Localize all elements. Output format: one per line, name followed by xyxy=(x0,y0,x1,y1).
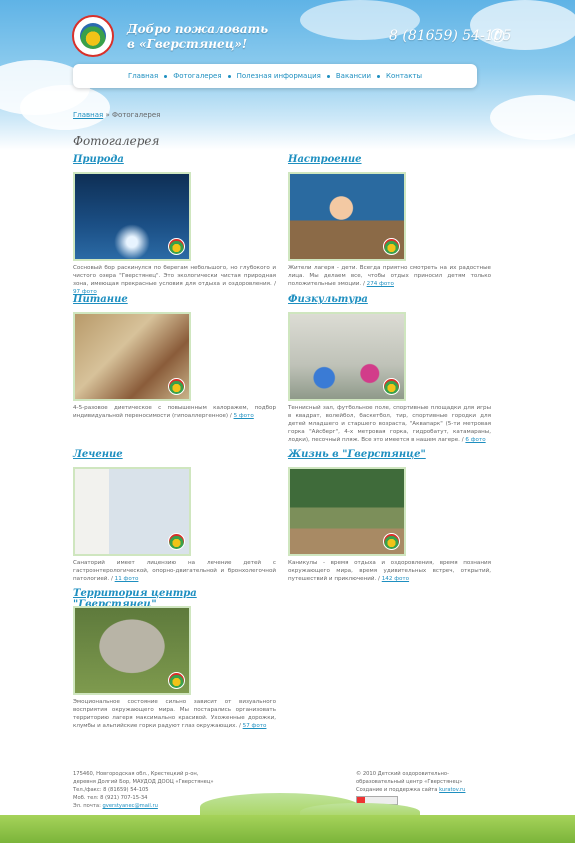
footer-credits: © 2010 Детский оздоровительно-образовате… xyxy=(356,770,496,808)
gallery-description: Санаторий имеет лицензию на лечение дете… xyxy=(73,560,276,582)
logo-badge-icon xyxy=(168,378,185,395)
gallery-thumbnail[interactable] xyxy=(73,467,191,556)
welcome-text: Добро пожаловать в «Гверстянец»! xyxy=(127,22,287,52)
footer-email-row: Эл. почта: gverstyanec@mail.ru xyxy=(73,802,214,810)
welcome-line-1: Добро пожаловать xyxy=(127,22,269,36)
gallery-description: 4-5-разовое диетическое с повышенным кал… xyxy=(73,405,276,419)
footer-email-label: Эл. почта: xyxy=(73,803,101,809)
site-logo[interactable] xyxy=(72,15,114,57)
nav-separator xyxy=(326,74,330,78)
breadcrumb-home-link[interactable]: Главная xyxy=(73,111,103,119)
gallery-thumbnail[interactable] xyxy=(288,467,406,556)
nav-item-gallery[interactable]: Фотогалерея xyxy=(173,72,221,80)
gallery-title-link[interactable]: Настроение xyxy=(288,154,491,168)
footer-support-row: Создание и поддержка сайта kuratov.ru xyxy=(356,786,496,794)
gallery-thumbnail[interactable] xyxy=(73,312,191,401)
breadcrumb: Главная » Фотогалерея xyxy=(73,111,160,119)
photo-count-link[interactable]: 11 фото xyxy=(115,576,139,582)
nav-item-home[interactable]: Главная xyxy=(128,72,158,80)
photo-count-link[interactable]: 5 фото xyxy=(234,413,254,419)
footer-tel: Тел./факс: 8 (81659) 54-105 xyxy=(73,787,149,793)
gallery-description: Теннисный зал, футбольное поле, спортивн… xyxy=(288,405,491,443)
welcome-line-2: в «Гверстянец»! xyxy=(127,37,248,51)
gallery-thumbnail[interactable] xyxy=(288,172,406,261)
photo-count-link[interactable]: 274 фото xyxy=(367,281,394,287)
page-title: Фотогалерея xyxy=(73,134,160,148)
gallery-thumbnail[interactable] xyxy=(73,606,191,695)
footer-contacts: 175460, Новгородская обл., Крестецкий р-… xyxy=(73,770,214,810)
cloud-decoration xyxy=(20,85,110,130)
footer-support-link[interactable]: kuratov.ru xyxy=(439,787,465,793)
gallery-title-link[interactable]: Лечение xyxy=(73,449,276,463)
gallery-thumbnail[interactable] xyxy=(73,172,191,261)
gallery-title-link[interactable]: Питание xyxy=(73,294,276,308)
gallery-card-mood: Настроение Жители лагеря - дети. Всегда … xyxy=(288,154,491,287)
breadcrumb-current: Фотогалерея xyxy=(112,111,161,119)
gallery-card-treatment: Лечение Санаторий имеет лицензию на лече… xyxy=(73,449,276,582)
phone-icon: ✆ xyxy=(490,26,506,47)
breadcrumb-separator: » xyxy=(105,111,110,119)
footer-mob: Моб. тел: 8 (921) 707-15-34 xyxy=(73,795,148,801)
gallery-title-link[interactable]: Природа xyxy=(73,154,276,168)
nav-item-contacts[interactable]: Контакты xyxy=(386,72,422,80)
photo-count-link[interactable]: 142 фото xyxy=(382,576,409,582)
logo-badge-icon xyxy=(168,533,185,550)
main-nav: Главная Фотогалерея Полезная информация … xyxy=(73,64,477,88)
gallery-card-sport: Физкультура Теннисный зал, футбольное по… xyxy=(288,294,491,443)
nav-item-vacancies[interactable]: Вакансии xyxy=(336,72,371,80)
logo-badge-icon xyxy=(168,672,185,689)
gallery-card-nature: Природа Сосновый бор раскинулся по берег… xyxy=(73,154,276,295)
logo-badge-icon xyxy=(383,533,400,550)
nav-separator xyxy=(227,74,231,78)
gallery-card-territory: Территория центра "Гверстянец" Эмоционал… xyxy=(73,588,276,729)
footer-copyright: © 2010 Детский оздоровительно-образовате… xyxy=(356,771,463,785)
gallery-title-link[interactable]: Территория центра "Гверстянец" xyxy=(73,588,276,610)
footer-address-line: деревня Долгий Бор, МАУДОД ДООЦ «Гверстя… xyxy=(73,779,214,785)
logo-badge-icon xyxy=(383,378,400,395)
logo-badge-icon xyxy=(168,238,185,255)
logo-badge-icon xyxy=(383,238,400,255)
photo-count-link[interactable]: 6 фото xyxy=(465,437,485,443)
gallery-description: Каникулы - время отдыха и оздоровления, … xyxy=(288,560,491,582)
nav-item-info[interactable]: Полезная информация xyxy=(237,72,321,80)
nav-separator xyxy=(377,74,381,78)
gallery-description: Сосновый бор раскинулся по берегам небол… xyxy=(73,265,276,295)
footer-address-line: 175460, Новгородская обл., Крестецкий р-… xyxy=(73,771,199,777)
gallery-description: Эмоциональное состояние сильно зависит о… xyxy=(73,699,276,729)
nav-separator xyxy=(164,74,168,78)
gallery-card-camp-life: Жизнь в "Гверстянце" Каникулы - время от… xyxy=(288,449,491,582)
gallery-thumbnail[interactable] xyxy=(288,312,406,401)
gallery-title-link[interactable]: Физкультура xyxy=(288,294,491,308)
gallery-title-link[interactable]: Жизнь в "Гверстянце" xyxy=(288,449,491,463)
gallery-card-food: Питание 4-5-разовое диетическое с повыше… xyxy=(73,294,276,419)
footer-support-label: Создание и поддержка сайта xyxy=(356,787,438,793)
grass-decoration xyxy=(0,815,575,843)
gallery-description: Жители лагеря - дети. Всегда приятно смо… xyxy=(288,265,491,287)
footer-email-link[interactable]: gverstyanec@mail.ru xyxy=(102,803,157,809)
photo-count-link[interactable]: 57 фото xyxy=(243,723,267,729)
